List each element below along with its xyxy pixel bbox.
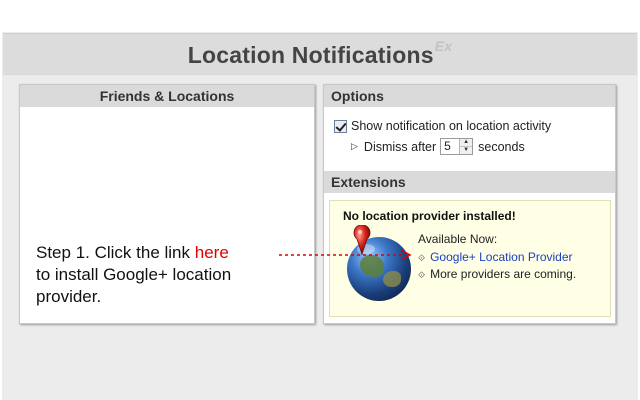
provider-item: ⟐ Google+ Location Provider <box>418 250 573 264</box>
options-heading: Options <box>324 85 615 107</box>
show-notification-label[interactable]: Show notification on location activity <box>351 119 551 133</box>
show-notification-row: Show notification on location activity <box>334 119 551 133</box>
provider-item: ⟐ More providers are coming. <box>418 267 576 281</box>
extensions-heading: Extensions <box>324 171 615 193</box>
stepper-buttons: ▲ ▼ <box>459 139 473 154</box>
available-now-label: Available Now: <box>418 232 498 246</box>
diamond-bullet-icon: ⟐ <box>418 253 426 263</box>
notice-title: No location provider installed! <box>343 209 516 223</box>
step-instruction: Step 1. Click the link here to install Go… <box>36 242 286 308</box>
show-notification-checkbox[interactable] <box>334 119 347 133</box>
dismiss-seconds-stepper[interactable]: 5 ▲ ▼ <box>440 138 474 155</box>
instruction-prefix: Step 1. Click the link <box>36 243 195 262</box>
no-provider-notice: No location provider installed! Availabl… <box>329 200 611 317</box>
title-bar: Location NotificationsEx <box>3 33 637 75</box>
stepper-up-icon[interactable]: ▲ <box>460 139 473 146</box>
instruction-suffix: to install Google+ location provider. <box>36 265 232 306</box>
globe-land <box>383 271 401 287</box>
dismiss-prefix: Dismiss after <box>363 139 437 154</box>
diamond-bullet-icon: ⟐ <box>418 270 426 280</box>
map-pin-icon <box>353 225 371 255</box>
dismiss-seconds-value[interactable]: 5 <box>441 139 459 154</box>
page-title: Location NotificationsEx <box>187 38 452 69</box>
dismiss-suffix: seconds <box>478 139 525 154</box>
stepper-down-icon[interactable]: ▼ <box>460 146 473 154</box>
options-extensions-panel: Options Show notification on location ac… <box>323 84 616 324</box>
dismiss-row: ▷ Dismiss after 5 ▲ ▼ seconds <box>351 138 525 155</box>
right-triangle-icon: ▷ <box>351 141 358 151</box>
friends-locations-heading: Friends & Locations <box>20 85 314 107</box>
page-title-text: Location Notifications <box>187 42 434 68</box>
here-link[interactable]: here <box>195 243 229 262</box>
globe-land <box>360 255 384 277</box>
google-plus-location-provider-link[interactable]: Google+ Location Provider <box>430 250 572 264</box>
more-providers-text: More providers are coming. <box>430 267 577 281</box>
title-superscript: Ex <box>434 38 453 54</box>
